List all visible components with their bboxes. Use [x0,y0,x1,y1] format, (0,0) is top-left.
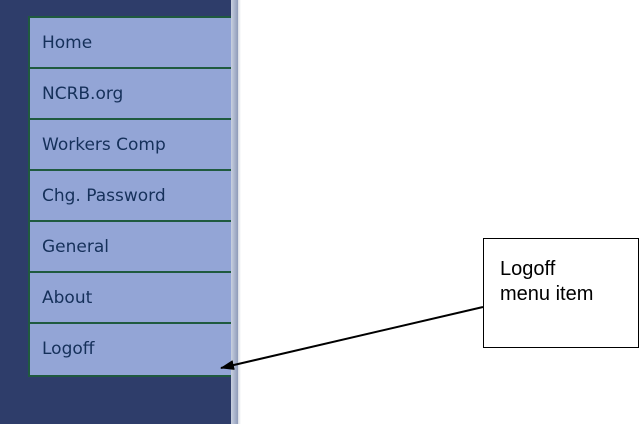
sidebar: Home NCRB.org Workers Comp Chg. Password… [0,0,233,424]
sidebar-menu: Home NCRB.org Workers Comp Chg. Password… [28,16,233,377]
sidebar-item-home[interactable]: Home [30,18,233,69]
callout-arrow [220,306,484,370]
callout-text-line-1: Logoff [500,258,556,280]
callout-box: Logoff menu item [483,238,639,348]
sidebar-item-logoff[interactable]: Logoff [30,324,233,375]
page: Home NCRB.org Workers Comp Chg. Password… [0,0,641,424]
sidebar-item-chg-password[interactable]: Chg. Password [30,171,233,222]
sidebar-item-workers-comp[interactable]: Workers Comp [30,120,233,171]
sidebar-divider [231,0,241,424]
sidebar-item-ncrb-org[interactable]: NCRB.org [30,69,233,120]
sidebar-item-general[interactable]: General [30,222,233,273]
callout-text-line-2: menu item [500,283,594,305]
sidebar-item-about[interactable]: About [30,273,233,324]
